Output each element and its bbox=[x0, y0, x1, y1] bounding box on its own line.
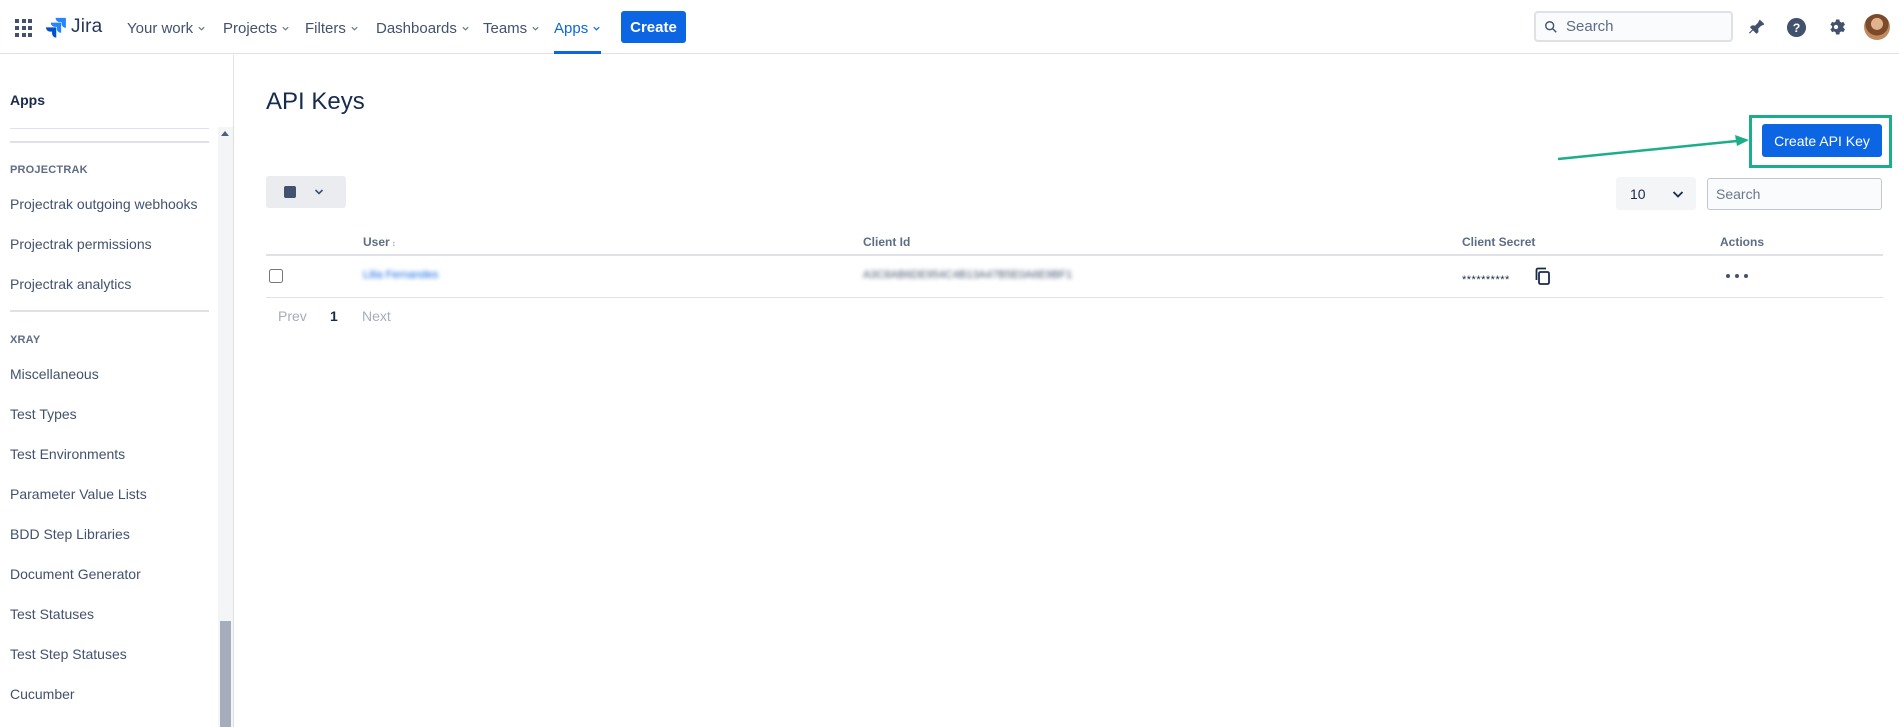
nav-label: Teams bbox=[483, 19, 528, 37]
page-size-value: 10 bbox=[1630, 185, 1646, 202]
app-switcher-icon[interactable] bbox=[13, 17, 35, 39]
sidebar-item-projectrak-permissions[interactable]: Projectrak permissions bbox=[10, 236, 152, 252]
sidebar: Apps PROJECTRAK Projectrak outgoing webh… bbox=[0, 55, 234, 727]
chevron-down-icon bbox=[351, 26, 358, 31]
jira-logo-icon bbox=[45, 17, 66, 38]
top-navigation-bar: Jira Your work Projects Filters Dashboar… bbox=[0, 0, 1899, 54]
help-icon[interactable]: ? bbox=[1785, 16, 1807, 38]
pagination-next[interactable]: Next bbox=[362, 308, 391, 324]
avatar[interactable] bbox=[1864, 14, 1890, 40]
search-icon bbox=[1545, 20, 1557, 33]
chevron-down-icon bbox=[593, 26, 600, 31]
sidebar-item-test-environments[interactable]: Test Environments bbox=[10, 446, 125, 462]
nav-dashboards[interactable]: Dashboards bbox=[376, 17, 470, 39]
divider bbox=[10, 128, 209, 129]
sidebar-item-cucumber[interactable]: Cucumber bbox=[10, 686, 75, 702]
page-title: API Keys bbox=[266, 88, 365, 115]
nav-teams[interactable]: Teams bbox=[483, 17, 540, 39]
nav-label: Apps bbox=[554, 19, 589, 37]
checkbox-square-icon bbox=[284, 186, 296, 198]
table-row-divider bbox=[266, 297, 1883, 298]
client-id-value: A3C8AB6DE954C4B13A47B5E0A6E9BF1 bbox=[863, 269, 1073, 281]
divider bbox=[10, 310, 209, 312]
brand-name: Jira bbox=[71, 16, 103, 37]
global-search[interactable] bbox=[1534, 11, 1733, 42]
copy-icon[interactable] bbox=[1534, 267, 1552, 286]
scroll-up-arrow-icon[interactable] bbox=[221, 131, 229, 136]
sidebar-item-test-statuses[interactable]: Test Statuses bbox=[10, 606, 94, 622]
divider bbox=[10, 141, 209, 143]
sidebar-scrollbar[interactable] bbox=[218, 127, 233, 727]
table-search-input[interactable] bbox=[1707, 178, 1882, 210]
sidebar-item-miscellaneous[interactable]: Miscellaneous bbox=[10, 366, 99, 382]
page-size-select[interactable]: 10 bbox=[1616, 177, 1696, 210]
nav-label: Your work bbox=[127, 19, 194, 37]
global-search-input[interactable] bbox=[1566, 18, 1716, 35]
notifications-icon[interactable] bbox=[1745, 16, 1767, 38]
annotation-arrow-icon bbox=[1557, 135, 1749, 161]
create-api-key-button[interactable]: Create API Key bbox=[1762, 124, 1882, 157]
row-checkbox[interactable] bbox=[269, 269, 283, 283]
nav-label: Filters bbox=[305, 19, 346, 37]
nav-label: Dashboards bbox=[376, 19, 457, 37]
client-secret-value: ********** bbox=[1462, 274, 1510, 286]
chevron-down-icon bbox=[282, 26, 289, 31]
chevron-down-icon bbox=[462, 26, 469, 31]
nav-your-work[interactable]: Your work bbox=[127, 17, 206, 39]
pagination-current-page[interactable]: 1 bbox=[330, 308, 338, 324]
nav-filters[interactable]: Filters bbox=[305, 17, 359, 39]
more-actions-icon[interactable] bbox=[1726, 268, 1748, 284]
sidebar-item-projectrak-analytics[interactable]: Projectrak analytics bbox=[10, 276, 131, 292]
chevron-down-icon bbox=[314, 189, 324, 195]
chevron-down-icon bbox=[198, 26, 205, 31]
sidebar-item-document-generator[interactable]: Document Generator bbox=[10, 566, 141, 582]
column-header-client-id: Client Id bbox=[863, 235, 911, 249]
column-header-client-secret: Client Secret bbox=[1462, 235, 1536, 249]
sidebar-title: Apps bbox=[10, 92, 45, 108]
jira-logo[interactable]: Jira bbox=[45, 15, 102, 39]
bulk-select-dropdown[interactable] bbox=[266, 176, 346, 208]
sidebar-section-header: PROJECTRAK bbox=[10, 164, 88, 176]
scroll-thumb[interactable] bbox=[220, 621, 231, 727]
sidebar-section-header: XRAY bbox=[10, 334, 41, 346]
chevron-down-icon bbox=[1672, 191, 1684, 198]
column-header-user[interactable]: User bbox=[363, 235, 396, 249]
sidebar-item-projectrak-webhooks[interactable]: Projectrak outgoing webhooks bbox=[10, 196, 198, 212]
sidebar-item-parameter-value-lists[interactable]: Parameter Value Lists bbox=[10, 486, 147, 502]
sidebar-item-test-step-statuses[interactable]: Test Step Statuses bbox=[10, 646, 127, 662]
svg-text:?: ? bbox=[1792, 20, 1800, 34]
column-header-actions: Actions bbox=[1720, 235, 1765, 249]
table-header-divider bbox=[266, 254, 1883, 256]
nav-label: Projects bbox=[223, 19, 278, 37]
settings-icon[interactable] bbox=[1825, 16, 1847, 38]
chevron-down-icon bbox=[532, 26, 539, 31]
sidebar-item-test-types[interactable]: Test Types bbox=[10, 406, 77, 422]
nav-apps[interactable]: Apps bbox=[554, 17, 602, 54]
nav-projects[interactable]: Projects bbox=[223, 17, 290, 39]
user-link[interactable]: Lilia Fernandes bbox=[363, 269, 438, 283]
sidebar-item-bdd-step-libraries[interactable]: BDD Step Libraries bbox=[10, 526, 130, 542]
pagination-prev[interactable]: Prev bbox=[278, 308, 307, 324]
create-button[interactable]: Create bbox=[621, 11, 686, 43]
